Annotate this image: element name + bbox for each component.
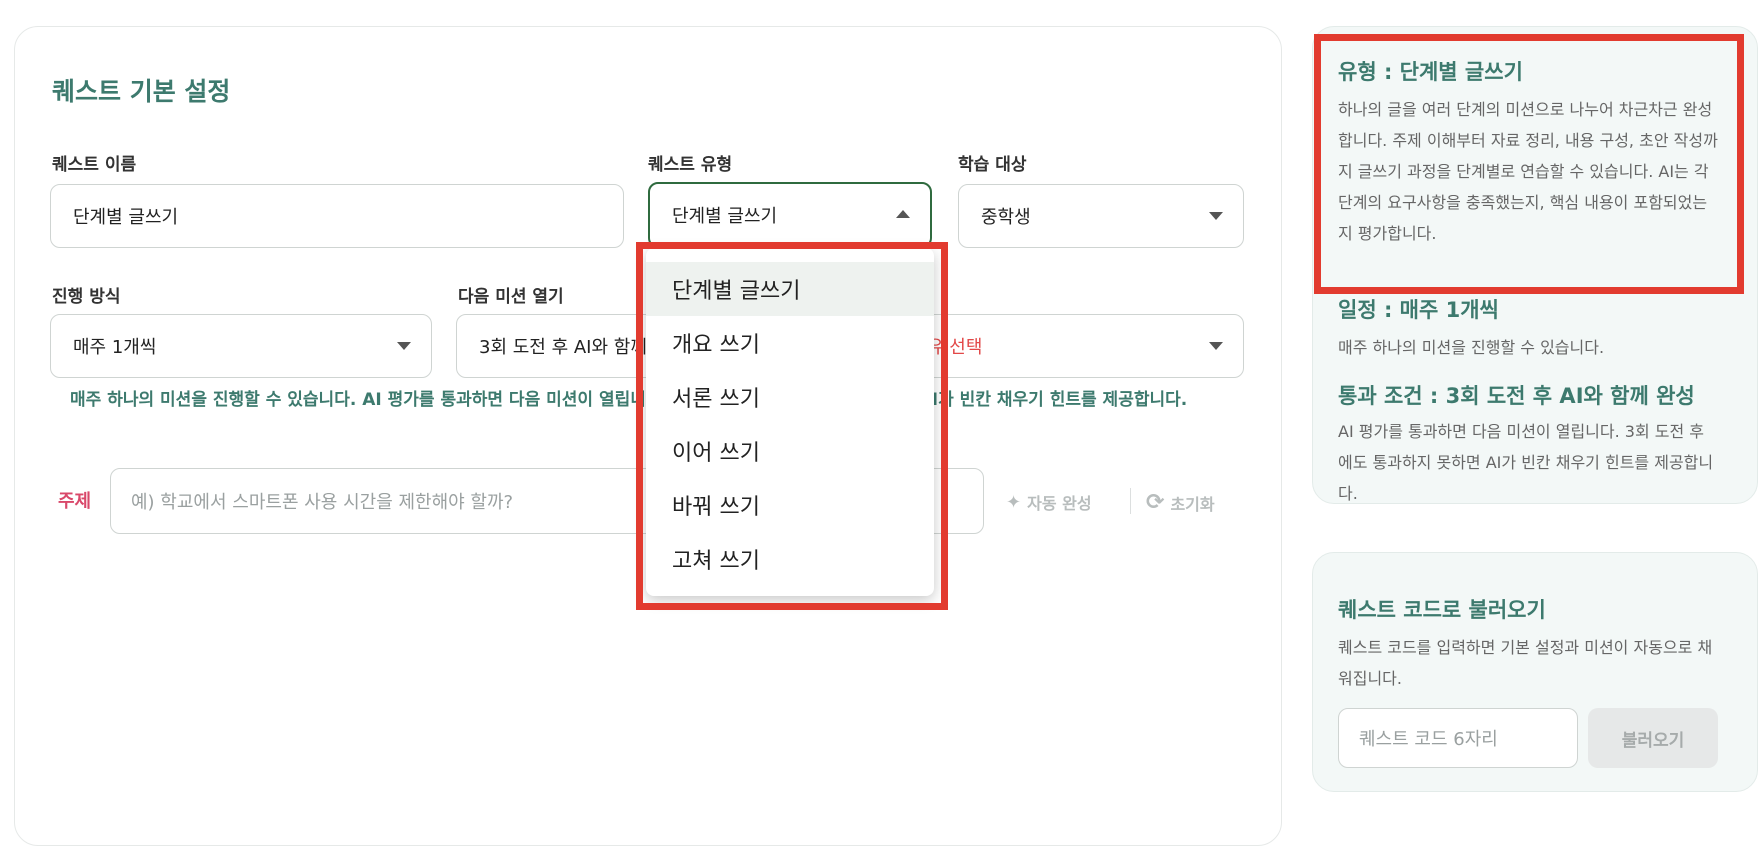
magic-wand-icon: ✦: [1006, 491, 1022, 513]
load-button[interactable]: 불러오기: [1588, 708, 1718, 768]
dropdown-option[interactable]: 고쳐 쓰기: [646, 532, 934, 586]
reset-label: 초기화: [1170, 494, 1215, 514]
dropdown-option[interactable]: 이어 쓰기: [646, 424, 934, 478]
quest-name-value: 단계별 글쓰기: [73, 207, 179, 228]
schedule-info-body: 매주 하나의 미션을 진행할 수 있습니다.: [1338, 338, 1605, 357]
target-value: 중학생: [981, 207, 1031, 228]
quest-name-input[interactable]: 단계별 글쓰기: [50, 184, 624, 248]
target-select[interactable]: 중학생: [958, 184, 1244, 248]
topic-label: 주제: [58, 491, 92, 512]
schedule-info-heading: 일정 : 매주 1개씩: [1338, 298, 1499, 322]
dropdown-option[interactable]: 개요 쓰기: [646, 316, 934, 370]
quest-code-placeholder: 퀘스트 코드 6자리: [1359, 729, 1498, 750]
page-title: 퀘스트 기본 설정: [52, 77, 231, 106]
chevron-up-icon: [896, 210, 910, 218]
quest-type-label: 퀘스트 유형: [648, 155, 733, 175]
quest-type-value: 단계별 글쓰기: [672, 206, 778, 227]
mode-select[interactable]: 매주 1개씩: [50, 314, 432, 378]
next-mission-label: 다음 미션 열기: [458, 287, 564, 307]
pass-info-body: AI 평가를 통과하면 다음 미션이 열립니다. 3회 도전 후에도 통과하지 …: [1338, 422, 1714, 503]
dropdown-option[interactable]: 서론 쓰기: [646, 370, 934, 424]
refresh-icon: ⟳: [1146, 490, 1165, 515]
next-mission-value: 3회 도전 후 AI와 함께: [479, 337, 647, 358]
quest-name-label: 퀘스트 이름: [52, 155, 137, 175]
code-load-body: 퀘스트 코드를 입력하면 기본 설정과 미션이 자동으로 채워집니다.: [1338, 638, 1713, 688]
code-load-heading: 퀘스트 코드로 불러오기: [1338, 598, 1546, 622]
auto-complete-button[interactable]: ✦ 자동 완성: [1006, 490, 1092, 514]
reset-button[interactable]: ⟳ 초기화: [1146, 490, 1215, 515]
chevron-down-icon: [1209, 212, 1223, 220]
chevron-down-icon: [1209, 342, 1223, 350]
mode-value: 매주 1개씩: [73, 337, 157, 358]
dropdown-option[interactable]: 바꿔 쓰기: [646, 478, 934, 532]
hidden-select-value: 유 선택: [927, 337, 983, 358]
type-info-body: 하나의 글을 여러 단계의 미션으로 나누어 차근차근 완성합니다. 주제 이해…: [1338, 100, 1718, 243]
auto-complete-label: 자동 완성: [1027, 494, 1092, 513]
type-info-heading: 유형 : 단계별 글쓰기: [1338, 60, 1523, 84]
quest-code-input[interactable]: 퀘스트 코드 6자리: [1338, 708, 1578, 768]
target-label: 학습 대상: [958, 155, 1027, 175]
topic-placeholder: 예) 학교에서 스마트폰 사용 시간을 제한해야 할까?: [131, 492, 514, 513]
quest-type-select[interactable]: 단계별 글쓰기: [648, 182, 932, 248]
quest-type-dropdown: 단계별 글쓰기 개요 쓰기 서론 쓰기 이어 쓰기 바꿔 쓰기 고쳐 쓰기: [646, 248, 934, 596]
dropdown-option[interactable]: 단계별 글쓰기: [646, 262, 934, 316]
pass-info-heading: 통과 조건 : 3회 도전 후 AI와 함께 완성: [1338, 384, 1695, 408]
tool-divider: [1130, 488, 1131, 514]
chevron-down-icon: [397, 342, 411, 350]
mode-label: 진행 방식: [52, 287, 121, 307]
